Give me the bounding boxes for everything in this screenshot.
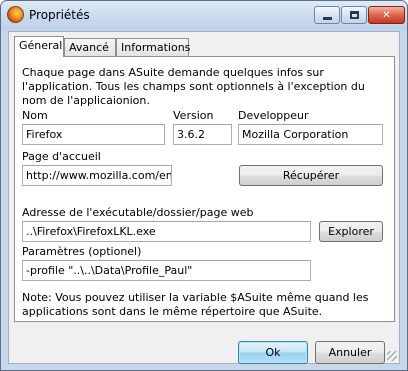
dialog-client-area: Géneral Avancé Informations Chaque page … — [8, 31, 400, 364]
minimize-button[interactable] — [314, 6, 340, 24]
tab-information[interactable]: Informations — [116, 38, 190, 56]
window-title: Propriétés — [29, 8, 90, 22]
close-icon: ✕ — [382, 9, 391, 21]
title-bar[interactable]: Propriétés ✕ — [1, 1, 407, 31]
name-field[interactable]: Firefox — [22, 124, 165, 145]
description-text: Chaque page dans ASuite demande quelques… — [22, 66, 365, 107]
cancel-button[interactable]: Annuler — [315, 341, 385, 364]
maximize-icon — [349, 11, 359, 19]
resize-grip[interactable] — [387, 351, 397, 361]
path-field[interactable]: ..\Firefox\FirefoxLKL.exe — [22, 221, 311, 242]
params-field[interactable]: -profile "..\..\Data\Profile_Paul" — [22, 260, 311, 281]
developer-label: Developpeur — [238, 109, 309, 122]
tab-advanced[interactable]: Avancé — [64, 38, 116, 56]
params-label: Paramètres (optionel) — [22, 245, 142, 258]
close-button[interactable]: ✕ — [368, 6, 405, 24]
homepage-field[interactable]: http://www.mozilla.com/en-U — [22, 165, 172, 186]
properties-window: Propriétés ✕ Géneral Avancé Informations… — [0, 0, 408, 371]
note-text: Note: Vous pouvez utiliser la variable $… — [22, 291, 369, 318]
version-field[interactable]: 3.6.2 — [173, 124, 232, 145]
firefox-icon — [7, 6, 24, 23]
homepage-label: Page d'accueil — [22, 150, 101, 163]
developer-field[interactable]: Mozilla Corporation — [238, 124, 383, 145]
retrieve-button[interactable]: Récupérer — [239, 165, 383, 186]
version-label: Version — [173, 109, 214, 122]
minimize-icon — [322, 16, 332, 20]
general-tab-panel: Chaque page dans ASuite demande quelques… — [14, 56, 395, 322]
tab-general[interactable]: Géneral — [14, 36, 64, 57]
explore-button[interactable]: Explorer — [319, 221, 383, 242]
name-label: Nom — [22, 109, 48, 122]
maximize-button[interactable] — [341, 6, 367, 24]
ok-button[interactable]: Ok — [238, 341, 308, 364]
path-label: Adresse de l'exécutable/dossier/page web — [22, 206, 254, 219]
